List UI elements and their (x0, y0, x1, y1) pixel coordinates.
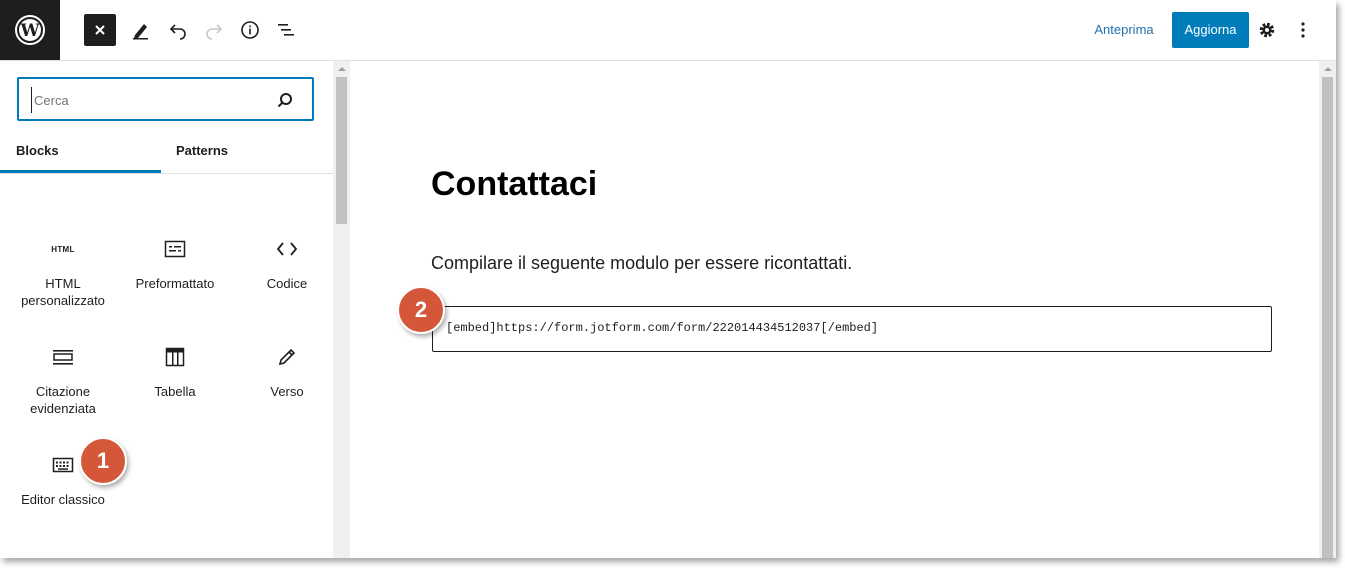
tab-blocks[interactable]: Blocks (0, 133, 161, 173)
callout-badge-2: 2 (397, 286, 445, 334)
more-vertical-icon (1301, 22, 1305, 38)
redo-icon (206, 24, 223, 40)
block-item-preformatted[interactable]: Preformattato (125, 237, 225, 292)
pencil-icon (133, 24, 148, 40)
sidebar-scrollbar[interactable] (333, 61, 350, 558)
block-inserter-panel: Blocks Patterns HTML HTML personalizzato… (0, 61, 334, 558)
page-title[interactable]: Contattaci (431, 165, 597, 204)
list-view-button[interactable] (270, 14, 302, 46)
gear-icon (1259, 22, 1275, 38)
update-button[interactable]: Aggiorna (1172, 12, 1249, 48)
inserter-tabs: Blocks Patterns (0, 133, 333, 174)
table-icon (125, 345, 225, 369)
tools-button[interactable] (125, 14, 157, 46)
canvas-scrollbar-thumb[interactable] (1322, 77, 1333, 558)
scroll-up-arrow-icon[interactable] (338, 67, 346, 71)
block-item-table[interactable]: Tabella (125, 345, 225, 400)
close-inserter-button[interactable] (84, 14, 116, 46)
block-item-verse[interactable]: Verso (237, 345, 337, 400)
callout-badge-1: 1 (79, 437, 127, 485)
undo-icon (169, 24, 186, 40)
scroll-up-arrow-icon[interactable] (1324, 67, 1332, 71)
tab-patterns[interactable]: Patterns (161, 133, 243, 173)
undo-button[interactable] (162, 14, 194, 46)
editor-canvas: Contattaci Compilare il seguente modulo … (351, 61, 1319, 558)
list-view-icon (278, 24, 294, 36)
preformatted-icon (125, 237, 225, 261)
code-icon (237, 237, 337, 261)
block-label: HTML personalizzato (21, 276, 105, 308)
block-label: Citazione evidenziata (30, 384, 96, 416)
block-label: Tabella (154, 384, 196, 399)
top-toolbar: W Anteprima Aggiorna (0, 0, 1336, 61)
search-box (17, 77, 314, 121)
redo-button[interactable] (198, 14, 230, 46)
sidebar-scrollbar-thumb[interactable] (336, 77, 347, 224)
block-label: Preformattato (135, 276, 215, 291)
search-icon (277, 93, 292, 108)
shortcode-block[interactable]: [embed]https://form.jotform.com/form/222… (432, 306, 1272, 352)
html-icon: HTML (51, 244, 75, 254)
block-item-pullquote[interactable]: Citazione evidenziata (13, 345, 113, 417)
block-item-code[interactable]: Codice (237, 237, 337, 292)
options-button[interactable] (1287, 14, 1319, 46)
block-item-custom-html[interactable]: HTML HTML personalizzato (13, 237, 113, 309)
wordpress-logo-icon[interactable]: W (0, 0, 60, 60)
details-button[interactable] (234, 14, 266, 46)
editor-window: W Anteprima Aggiorna Cerca Blocks Patter… (0, 0, 1336, 558)
block-label: Codice (266, 276, 308, 291)
preview-button[interactable]: Anteprima (1086, 14, 1162, 46)
paragraph-block[interactable]: Compilare il seguente modulo per essere … (431, 253, 852, 274)
canvas-scrollbar[interactable] (1319, 61, 1336, 558)
svg-text:W: W (19, 21, 40, 41)
info-icon (241, 21, 259, 39)
shortcode-text[interactable]: [embed]https://form.jotform.com/form/222… (446, 321, 878, 335)
verse-icon (237, 345, 337, 369)
close-icon (95, 25, 105, 35)
settings-button[interactable] (1251, 14, 1283, 46)
pullquote-icon (13, 345, 113, 369)
block-label: Editor classico (21, 492, 105, 507)
search-input[interactable] (31, 87, 266, 113)
block-label: Verso (270, 384, 304, 399)
